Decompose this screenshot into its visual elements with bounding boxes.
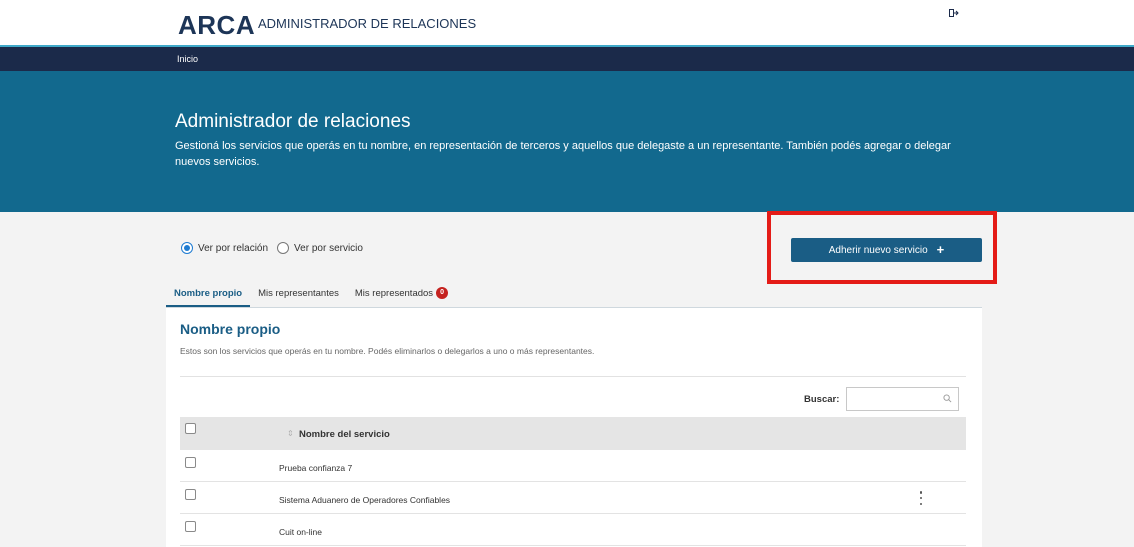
- top-header: ARCA ADMINISTRADOR DE RELACIONES: [0, 0, 1134, 46]
- table-header: ⇕ Nombre del servicio: [180, 417, 966, 450]
- hero-banner: Administrador de relaciones Gestioná los…: [0, 71, 1134, 212]
- select-all-checkbox[interactable]: [185, 423, 196, 434]
- tab-label: Mis representantes: [258, 288, 339, 299]
- tab-label: Nombre propio: [174, 288, 243, 299]
- table-row: Sistema Aduanero de Operadores Confiable…: [180, 482, 966, 514]
- section-description: Estos son los servicios que operás en tu…: [180, 346, 595, 356]
- view-mode-selector: Ver por relación Ver por servicio: [181, 242, 372, 254]
- row-checkbox[interactable]: [185, 457, 196, 468]
- add-new-service-button[interactable]: Adherir nuevo servicio +: [791, 238, 982, 262]
- arca-logo[interactable]: ARCA: [178, 10, 255, 41]
- page-title: Administrador de relaciones: [175, 111, 411, 132]
- radio-view-by-service-label[interactable]: Ver por servicio: [294, 243, 363, 254]
- page-description: Gestioná los servicios que operás en tu …: [175, 140, 951, 168]
- logout-icon[interactable]: [949, 9, 959, 17]
- row-checkbox[interactable]: [185, 489, 196, 500]
- row-checkbox[interactable]: [185, 521, 196, 532]
- plus-icon: +: [936, 242, 945, 257]
- app-name: ADMINISTRADOR DE RELACIONES: [258, 16, 477, 31]
- table-row: Cuit on-line: [180, 514, 966, 546]
- service-name-cell: Sistema Aduanero de Operadores Confiable…: [279, 495, 451, 505]
- divider: [180, 376, 966, 377]
- service-name-cell: Cuit on-line: [279, 527, 322, 537]
- search-icon: [943, 394, 952, 403]
- nav-bar: Inicio: [0, 47, 1134, 71]
- more-options-icon[interactable]: [919, 491, 923, 505]
- table-row: Prueba confianza 7: [180, 450, 966, 482]
- services-table: ⇕ Nombre del servicio Prueba confianza 7…: [180, 417, 966, 546]
- services-panel: Nombre propio Estos son los servicios qu…: [166, 308, 982, 547]
- tab-nombre-propio[interactable]: Nombre propio: [166, 283, 251, 307]
- relation-tabs: Nombre propio Mis representantes Mis rep…: [166, 283, 982, 308]
- add-new-service-label: Adherir nuevo servicio: [828, 244, 928, 256]
- service-name-cell: Prueba confianza 7: [279, 463, 353, 473]
- radio-view-by-relation[interactable]: [181, 242, 193, 254]
- radio-view-by-relation-label[interactable]: Ver por relación: [198, 243, 268, 254]
- breadcrumb-home-link[interactable]: Inicio: [177, 54, 198, 64]
- section-title: Nombre propio: [180, 321, 281, 337]
- tab-mis-representantes[interactable]: Mis representantes: [250, 283, 347, 307]
- radio-view-by-service[interactable]: [277, 242, 290, 254]
- search-field[interactable]: [846, 387, 959, 411]
- sort-icon[interactable]: ⇕: [287, 429, 294, 438]
- count-badge: 0: [436, 287, 449, 299]
- tab-label: Mis representados: [354, 288, 434, 299]
- search-label: Buscar:: [804, 394, 840, 405]
- search-input[interactable]: [847, 388, 937, 410]
- tab-mis-representados[interactable]: Mis representados 0: [347, 283, 456, 307]
- column-header-service-name[interactable]: Nombre del servicio: [299, 429, 390, 440]
